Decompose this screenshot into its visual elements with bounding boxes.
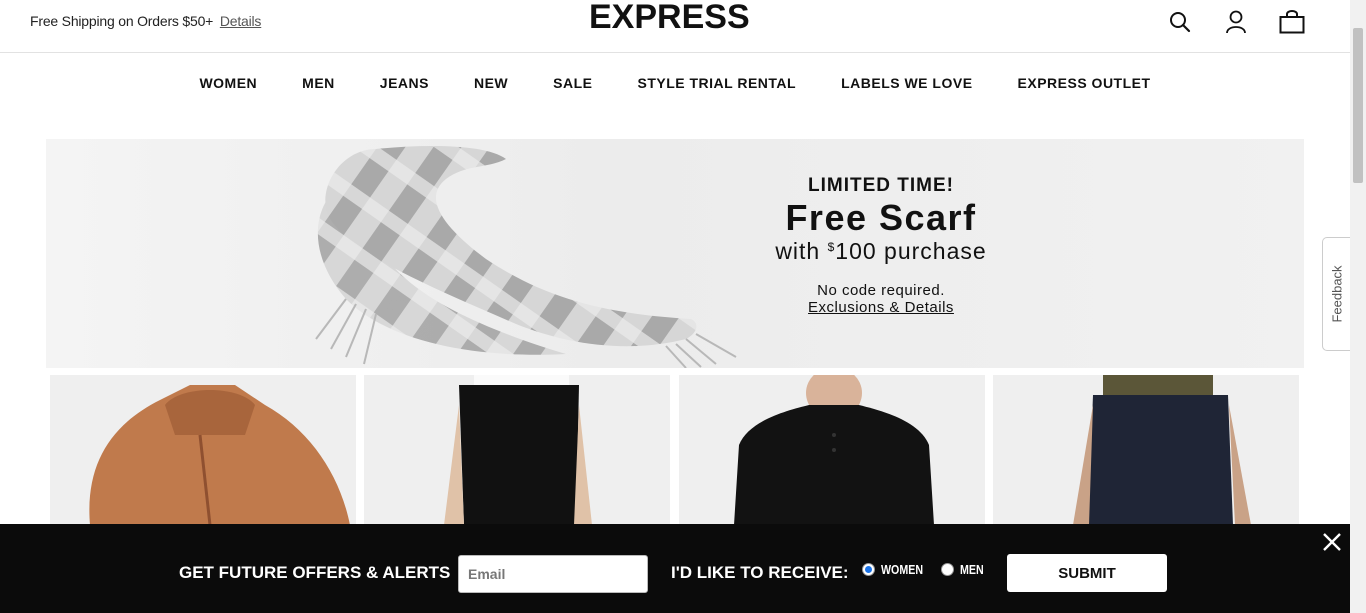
email-field[interactable] (458, 555, 648, 593)
page-scrollbar[interactable] (1350, 0, 1366, 613)
banner-headline: Free Scarf (785, 197, 977, 238)
black-henley-image (734, 375, 934, 525)
scarf-image (315, 146, 737, 368)
radio-women-label: WOMEN (881, 562, 924, 577)
nav-style-trial-rental[interactable]: STYLE TRIAL RENTAL (615, 75, 819, 91)
radio-men[interactable]: MEN (941, 562, 989, 577)
top-header: Free Shipping on Orders $50+ Details EXP… (0, 0, 1350, 53)
scrollbar-thumb[interactable] (1353, 28, 1363, 183)
exclusions-details-link[interactable]: Exclusions & Details (766, 299, 996, 316)
feedback-label: Feedback (1329, 265, 1344, 323)
promo-details-link[interactable]: Details (220, 13, 262, 29)
faux-fur-jacket-image (89, 385, 350, 525)
nav-sale[interactable]: SALE (531, 75, 615, 91)
express-logo[interactable]: EXPRESS (589, 0, 750, 37)
nav-new[interactable]: NEW (451, 75, 530, 91)
submit-button[interactable]: SUBMIT (1007, 554, 1167, 592)
promo-text: Free Shipping on Orders $50+ (30, 13, 214, 29)
nav-express-outlet[interactable]: EXPRESS OUTLET (995, 75, 1173, 91)
banner-kicker: LIMITED TIME! (808, 175, 954, 196)
dark-jeans-image (1073, 375, 1251, 525)
bag-icon[interactable] (1279, 9, 1305, 35)
banner-note: No code required. (817, 282, 945, 299)
email-signup-banner: GET FUTURE OFFERS & ALERTS I'D LIKE TO R… (0, 524, 1350, 613)
nav-women[interactable]: WOMEN (177, 75, 280, 91)
nav-jeans[interactable]: JEANS (357, 75, 451, 91)
account-icon[interactable] (1223, 9, 1249, 35)
nav-men[interactable]: MEN (280, 75, 358, 91)
radio-men-label: MEN (960, 562, 984, 577)
signup-title: GET FUTURE OFFERS & ALERTS (179, 563, 451, 582)
product-tile-black-pants[interactable] (364, 375, 670, 525)
header-icons (1167, 9, 1305, 35)
nav-labels-we-love[interactable]: LABELS WE LOVE (819, 75, 995, 91)
product-tiles (50, 375, 1300, 525)
main-nav: WOMEN MEN JEANS NEW SALE STYLE TRIAL REN… (0, 75, 1350, 91)
free-scarf-banner[interactable]: LIMITED TIME! Free Scarf with $100 purch… (46, 139, 1304, 368)
product-tile-black-henley[interactable] (679, 375, 985, 525)
banner-text: LIMITED TIME! Free Scarf with $100 purch… (766, 175, 996, 316)
receive-label: I'D LIKE TO RECEIVE: (671, 563, 849, 582)
product-tile-dark-jeans[interactable] (993, 375, 1299, 525)
feedback-tab[interactable]: Feedback (1322, 237, 1350, 351)
radio-women[interactable]: WOMEN (862, 562, 932, 577)
radio-women-dot[interactable] (862, 563, 875, 576)
shipping-promo: Free Shipping on Orders $50+ Details (30, 13, 261, 29)
radio-men-dot[interactable] (941, 563, 954, 576)
close-icon[interactable] (1321, 531, 1343, 553)
banner-subheadline: with $100 purchase (775, 238, 987, 264)
black-pants-image (444, 375, 592, 525)
search-icon[interactable] (1167, 9, 1193, 35)
product-tile-faux-fur-jacket[interactable] (50, 375, 356, 525)
